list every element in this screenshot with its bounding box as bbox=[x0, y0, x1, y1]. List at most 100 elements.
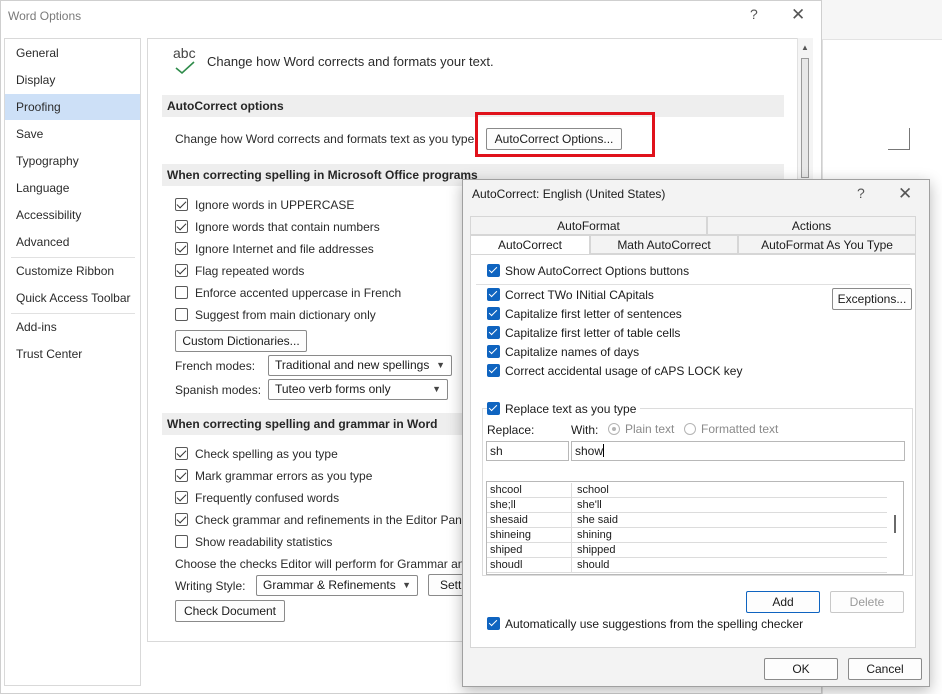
tab-math-autocorrect[interactable]: Math AutoCorrect bbox=[590, 235, 738, 254]
checkbox[interactable] bbox=[175, 491, 188, 504]
checkbox[interactable] bbox=[175, 513, 188, 526]
checkbox[interactable] bbox=[487, 264, 500, 277]
nav-customize-ribbon[interactable]: Customize Ribbon bbox=[5, 258, 140, 284]
checkbox[interactable] bbox=[175, 220, 188, 233]
options-nav-pane: General Display Proofing Save Typography… bbox=[4, 38, 141, 686]
close-button[interactable]: ✕ bbox=[791, 5, 805, 25]
tab-autocorrect[interactable]: AutoCorrect bbox=[470, 235, 590, 255]
ok-button[interactable]: OK bbox=[764, 658, 838, 680]
check-document-button[interactable]: Check Document bbox=[175, 600, 285, 622]
plain-text-label: Plain text bbox=[625, 422, 675, 436]
list-item[interactable]: shcool school bbox=[487, 483, 887, 498]
checkbox[interactable] bbox=[175, 264, 188, 277]
option-capitalize-days[interactable]: Capitalize names of days bbox=[487, 344, 639, 361]
delete-button[interactable]: Delete bbox=[830, 591, 904, 613]
tab-autoformat-as-you-type[interactable]: AutoFormat As You Type bbox=[738, 235, 916, 254]
list-scrollbar-thumb[interactable] bbox=[894, 515, 896, 533]
custom-dictionaries-button[interactable]: Custom Dictionaries... bbox=[175, 330, 307, 352]
nav-proofing[interactable]: Proofing bbox=[5, 94, 140, 120]
option-capitalize-sentences[interactable]: Capitalize first letter of sentences bbox=[487, 306, 682, 323]
checkbox[interactable] bbox=[487, 307, 500, 320]
option-check-spelling[interactable]: Check spelling as you type bbox=[175, 445, 338, 463]
option-enforce-french[interactable]: Enforce accented uppercase in French bbox=[175, 284, 401, 302]
nav-save[interactable]: Save bbox=[5, 121, 140, 147]
checkbox[interactable] bbox=[175, 308, 188, 321]
replace-input[interactable]: sh bbox=[486, 441, 569, 461]
column-divider bbox=[571, 513, 572, 528]
entry-from: shineing bbox=[490, 529, 531, 541]
checkbox[interactable] bbox=[175, 198, 188, 211]
option-grammar-refinements[interactable]: Check grammar and refinements in the Edi… bbox=[175, 511, 468, 529]
nav-quick-access-toolbar[interactable]: Quick Access Toolbar bbox=[5, 285, 140, 311]
french-modes-label: French modes: bbox=[175, 359, 256, 373]
list-item[interactable]: shineing shining bbox=[487, 528, 887, 543]
cancel-button[interactable]: Cancel bbox=[848, 658, 922, 680]
text-cursor bbox=[603, 444, 605, 457]
radio-icon[interactable] bbox=[684, 423, 696, 435]
replace-list[interactable]: shcool school she;ll she'll shesaid she sai… bbox=[486, 481, 904, 575]
option-auto-suggestions[interactable]: Automatically use suggestions from the s… bbox=[487, 616, 803, 633]
checkbox[interactable] bbox=[175, 242, 188, 255]
option-label: Show readability statistics bbox=[195, 535, 333, 549]
list-item[interactable]: she;ll she'll bbox=[487, 498, 887, 513]
option-correct-two-initials[interactable]: Correct TWo INitial CApitals bbox=[487, 287, 654, 304]
exceptions-button[interactable]: Exceptions... bbox=[832, 288, 912, 310]
nav-display[interactable]: Display bbox=[5, 67, 140, 93]
entry-from: shiped bbox=[490, 544, 523, 556]
scroll-up-arrow-icon[interactable]: ▲ bbox=[800, 42, 810, 54]
nav-typography[interactable]: Typography bbox=[5, 148, 140, 174]
list-item[interactable]: shoudl should bbox=[487, 558, 887, 573]
option-ignore-numbers[interactable]: Ignore words that contain numbers bbox=[175, 218, 380, 236]
help-button[interactable]: ? bbox=[857, 185, 865, 201]
option-show-autocorrect-buttons[interactable]: Show AutoCorrect Options buttons bbox=[487, 263, 689, 280]
checkbox[interactable] bbox=[175, 469, 188, 482]
checkbox[interactable] bbox=[175, 535, 188, 548]
checkbox[interactable] bbox=[487, 364, 500, 377]
section-autocorrect-options: AutoCorrect options bbox=[162, 95, 784, 117]
tab-autoformat[interactable]: AutoFormat bbox=[470, 216, 707, 235]
list-item[interactable]: shiped shipped bbox=[487, 543, 887, 558]
scrollbar-thumb[interactable] bbox=[801, 58, 809, 178]
list-scrollbar[interactable] bbox=[891, 482, 903, 574]
add-button[interactable]: Add bbox=[746, 591, 820, 613]
checkbox[interactable] bbox=[175, 286, 188, 299]
writing-style-select[interactable]: Grammar & Refinements ▼ bbox=[256, 575, 418, 596]
close-button[interactable]: ✕ bbox=[898, 184, 912, 204]
with-input[interactable]: show bbox=[571, 441, 905, 461]
spanish-modes-select[interactable]: Tuteo verb forms only ▼ bbox=[268, 379, 448, 400]
nav-accessibility[interactable]: Accessibility bbox=[5, 202, 140, 228]
option-label: Frequently confused words bbox=[195, 491, 340, 505]
option-ignore-internet[interactable]: Ignore Internet and file addresses bbox=[175, 240, 374, 258]
entry-to: she said bbox=[577, 514, 618, 526]
option-label: Ignore words in UPPERCASE bbox=[195, 198, 355, 212]
option-mark-grammar[interactable]: Mark grammar errors as you type bbox=[175, 467, 372, 485]
nav-advanced[interactable]: Advanced bbox=[5, 229, 140, 255]
option-flag-repeated[interactable]: Flag repeated words bbox=[175, 262, 304, 280]
nav-language[interactable]: Language bbox=[5, 175, 140, 201]
checkbox[interactable] bbox=[487, 326, 500, 339]
checkbox[interactable] bbox=[175, 447, 188, 460]
option-replace-as-type[interactable]: Replace text as you type bbox=[487, 401, 641, 418]
option-main-dictionary[interactable]: Suggest from main dictionary only bbox=[175, 306, 376, 324]
red-highlight-box bbox=[475, 112, 655, 157]
radio-icon[interactable] bbox=[608, 423, 620, 435]
french-modes-select[interactable]: Traditional and new spellings ▼ bbox=[268, 355, 452, 376]
checkbox[interactable] bbox=[487, 402, 500, 415]
option-confused-words[interactable]: Frequently confused words bbox=[175, 489, 339, 507]
nav-trust-center[interactable]: Trust Center bbox=[5, 341, 140, 367]
option-readability[interactable]: Show readability statistics bbox=[175, 533, 332, 551]
nav-add-ins[interactable]: Add-ins bbox=[5, 314, 140, 340]
checkbox[interactable] bbox=[487, 345, 500, 358]
list-item[interactable]: shesaid she said bbox=[487, 513, 887, 528]
nav-general[interactable]: General bbox=[5, 40, 140, 66]
spanish-modes-label: Spanish modes: bbox=[175, 383, 262, 397]
tab-actions[interactable]: Actions bbox=[707, 216, 916, 235]
formatted-text-radio[interactable]: Formatted text bbox=[684, 422, 778, 436]
checkbox[interactable] bbox=[487, 288, 500, 301]
option-capitalize-table-cells[interactable]: Capitalize first letter of table cells bbox=[487, 325, 680, 342]
plain-text-radio[interactable]: Plain text bbox=[608, 422, 674, 436]
option-ignore-uppercase[interactable]: Ignore words in UPPERCASE bbox=[175, 196, 354, 214]
help-button[interactable]: ? bbox=[750, 6, 758, 22]
option-caps-lock[interactable]: Correct accidental usage of cAPS LOCK ke… bbox=[487, 363, 742, 380]
checkbox[interactable] bbox=[487, 617, 500, 630]
